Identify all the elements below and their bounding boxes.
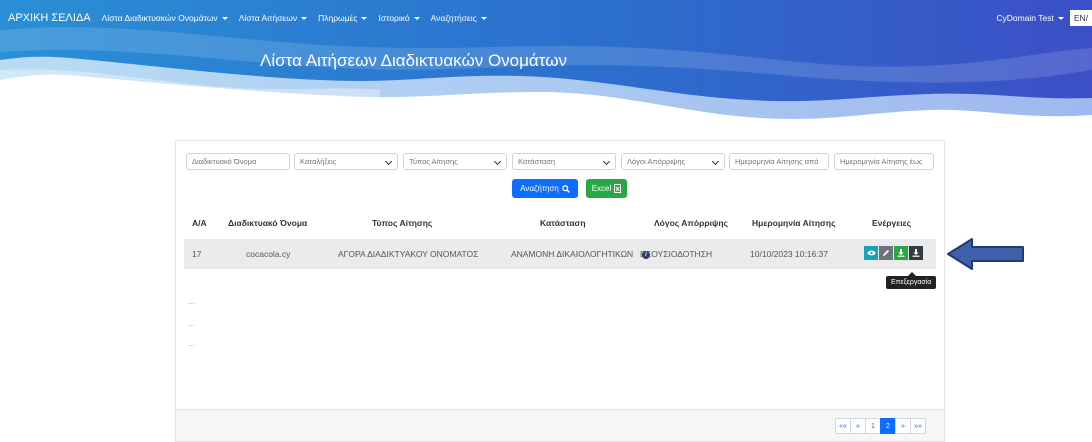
top-navbar: ΑΡΧΙΚΗ ΣΕΛΙΔΑ Λίστα Διαδικτυακών Ονομάτω…	[0, 8, 1092, 28]
chevron-down-icon	[711, 157, 720, 166]
nav-payments[interactable]: Πληρωμές	[318, 13, 368, 23]
col-domain-header: Διαδικτυακό Όνομα	[228, 218, 308, 228]
col-date-header: Ημερομηνία Αίτησης	[752, 218, 836, 228]
table-row: 17 cocacola.cy ΑΓΟΡΑ ΔΙΑΔΙΚΤΥΑΚΟΥ ΟΝΟΜΑΤ…	[184, 239, 936, 269]
table-header: Α/Α Διαδικτυακό Όνομα Τύπος Αίτησης Κατά…	[176, 218, 944, 234]
col-actions-header: Ενέργειες	[872, 218, 912, 228]
download-button[interactable]	[894, 246, 908, 260]
view-button[interactable]	[864, 246, 878, 260]
cell-domain: cocacola.cy	[246, 249, 291, 259]
download-documents-button[interactable]	[909, 246, 923, 260]
nav-domain-list[interactable]: Λίστα Διαδικτυακών Ονομάτων	[102, 13, 228, 23]
requests-card: Διαδικτυακό Όνομα Καταλήξεις Τύπος Αίτησ…	[175, 140, 945, 442]
callout-arrow-icon	[947, 238, 1024, 270]
chevron-down-icon	[384, 157, 393, 166]
cell-status: ΑΝΑΜΟΝΗ ΔΙΚΑΙΟΛΟΓΗΤΙΚΩΝ	[511, 249, 634, 259]
cell-type: ΑΓΟΡΑ ΔΙΑΔΙΚΤΥΑΚΟΥ ΟΝΟΜΑΤΟΣ	[338, 249, 479, 259]
user-menu[interactable]: CyDomain Test	[996, 13, 1064, 23]
search-button[interactable]: Αναζήτηση	[512, 179, 578, 198]
edit-tooltip: Επεξεργασία	[886, 272, 937, 289]
request-type-select[interactable]: Τύπος Αίτησης	[403, 153, 507, 170]
col-type-header: Τύπος Αίτησης	[372, 218, 433, 228]
caret-down-icon	[361, 16, 368, 20]
caret-down-icon	[1057, 16, 1064, 20]
pencil-icon	[883, 249, 890, 256]
nav-home-link[interactable]: ΑΡΧΙΚΗ ΣΕΛΙΔΑ	[8, 12, 91, 24]
nav-request-list[interactable]: Λίστα Αιτήσεων	[239, 13, 308, 23]
page-next[interactable]: »	[895, 418, 911, 434]
header-banner: ΑΡΧΙΚΗ ΣΕΛΙΔΑ Λίστα Διαδικτυακών Ονομάτω…	[0, 0, 1092, 135]
search-icon	[561, 184, 570, 193]
date-to-input[interactable]: Ημερομηνία Αίτησης έως	[834, 153, 934, 170]
download-icon	[912, 249, 920, 257]
nav-history[interactable]: Ιστορικό	[378, 13, 420, 23]
caret-down-icon	[413, 16, 420, 20]
page-last[interactable]: »»	[910, 418, 926, 434]
edit-button[interactable]	[879, 246, 893, 260]
page-first[interactable]: ««	[835, 418, 851, 434]
page-1[interactable]: 1	[865, 418, 881, 434]
placeholder-dots: ...	[188, 297, 195, 306]
filter-bar: Διαδικτυακό Όνομα Καταλήξεις Τύπος Αίτησ…	[186, 153, 936, 173]
chevron-down-icon	[602, 157, 611, 166]
file-excel-icon	[614, 184, 622, 193]
cell-reason: ΕΞΟΥΣΙΟΔΟΤΗΣΗ i	[640, 249, 713, 259]
card-footer: «« « 1 2 » »»	[176, 409, 944, 441]
col-index-header: Α/Α	[192, 218, 207, 228]
rejection-reason-select[interactable]: Λόγοι Απόρριψης	[621, 153, 725, 170]
col-reason-header: Λόγος Απόρριψης	[654, 218, 728, 228]
caret-down-icon	[480, 16, 487, 20]
col-status-header: Κατάσταση	[540, 218, 586, 228]
excel-export-button[interactable]: Excel	[586, 179, 627, 198]
placeholder-dots: ...	[188, 319, 195, 328]
page-title: Λίστα Αιτήσεων Διαδικτυακών Ονομάτων	[260, 51, 568, 70]
eye-icon	[866, 250, 876, 256]
nav-searches[interactable]: Αναζητήσεις	[431, 13, 487, 23]
date-from-input[interactable]: Ημερομηνία Αίτησης από	[729, 153, 829, 170]
page-prev[interactable]: «	[850, 418, 866, 434]
language-switch[interactable]: EN/	[1069, 10, 1092, 26]
table-row-cells: 17 cocacola.cy ΑΓΟΡΑ ΔΙΑΔΙΚΤΥΑΚΟΥ ΟΝΟΜΑΤ…	[184, 239, 936, 269]
chevron-down-icon	[493, 157, 502, 166]
domain-name-input[interactable]: Διαδικτυακό Όνομα	[186, 153, 290, 170]
caret-down-icon	[221, 16, 228, 20]
cell-date: 10/10/2023 10:16:37	[750, 249, 828, 259]
pagination: «« « 1 2 » »»	[835, 418, 926, 434]
status-select[interactable]: Κατάσταση	[512, 153, 616, 170]
caret-down-icon	[301, 16, 308, 20]
page-2-current[interactable]: 2	[880, 418, 896, 434]
nav-right: CyDomain Test EN/	[996, 8, 1092, 28]
placeholder-dots: ...	[188, 339, 195, 348]
ending-select[interactable]: Καταλήξεις	[294, 153, 398, 170]
row-actions	[864, 246, 923, 260]
cell-index: 17	[192, 249, 202, 259]
download-icon	[897, 249, 905, 257]
